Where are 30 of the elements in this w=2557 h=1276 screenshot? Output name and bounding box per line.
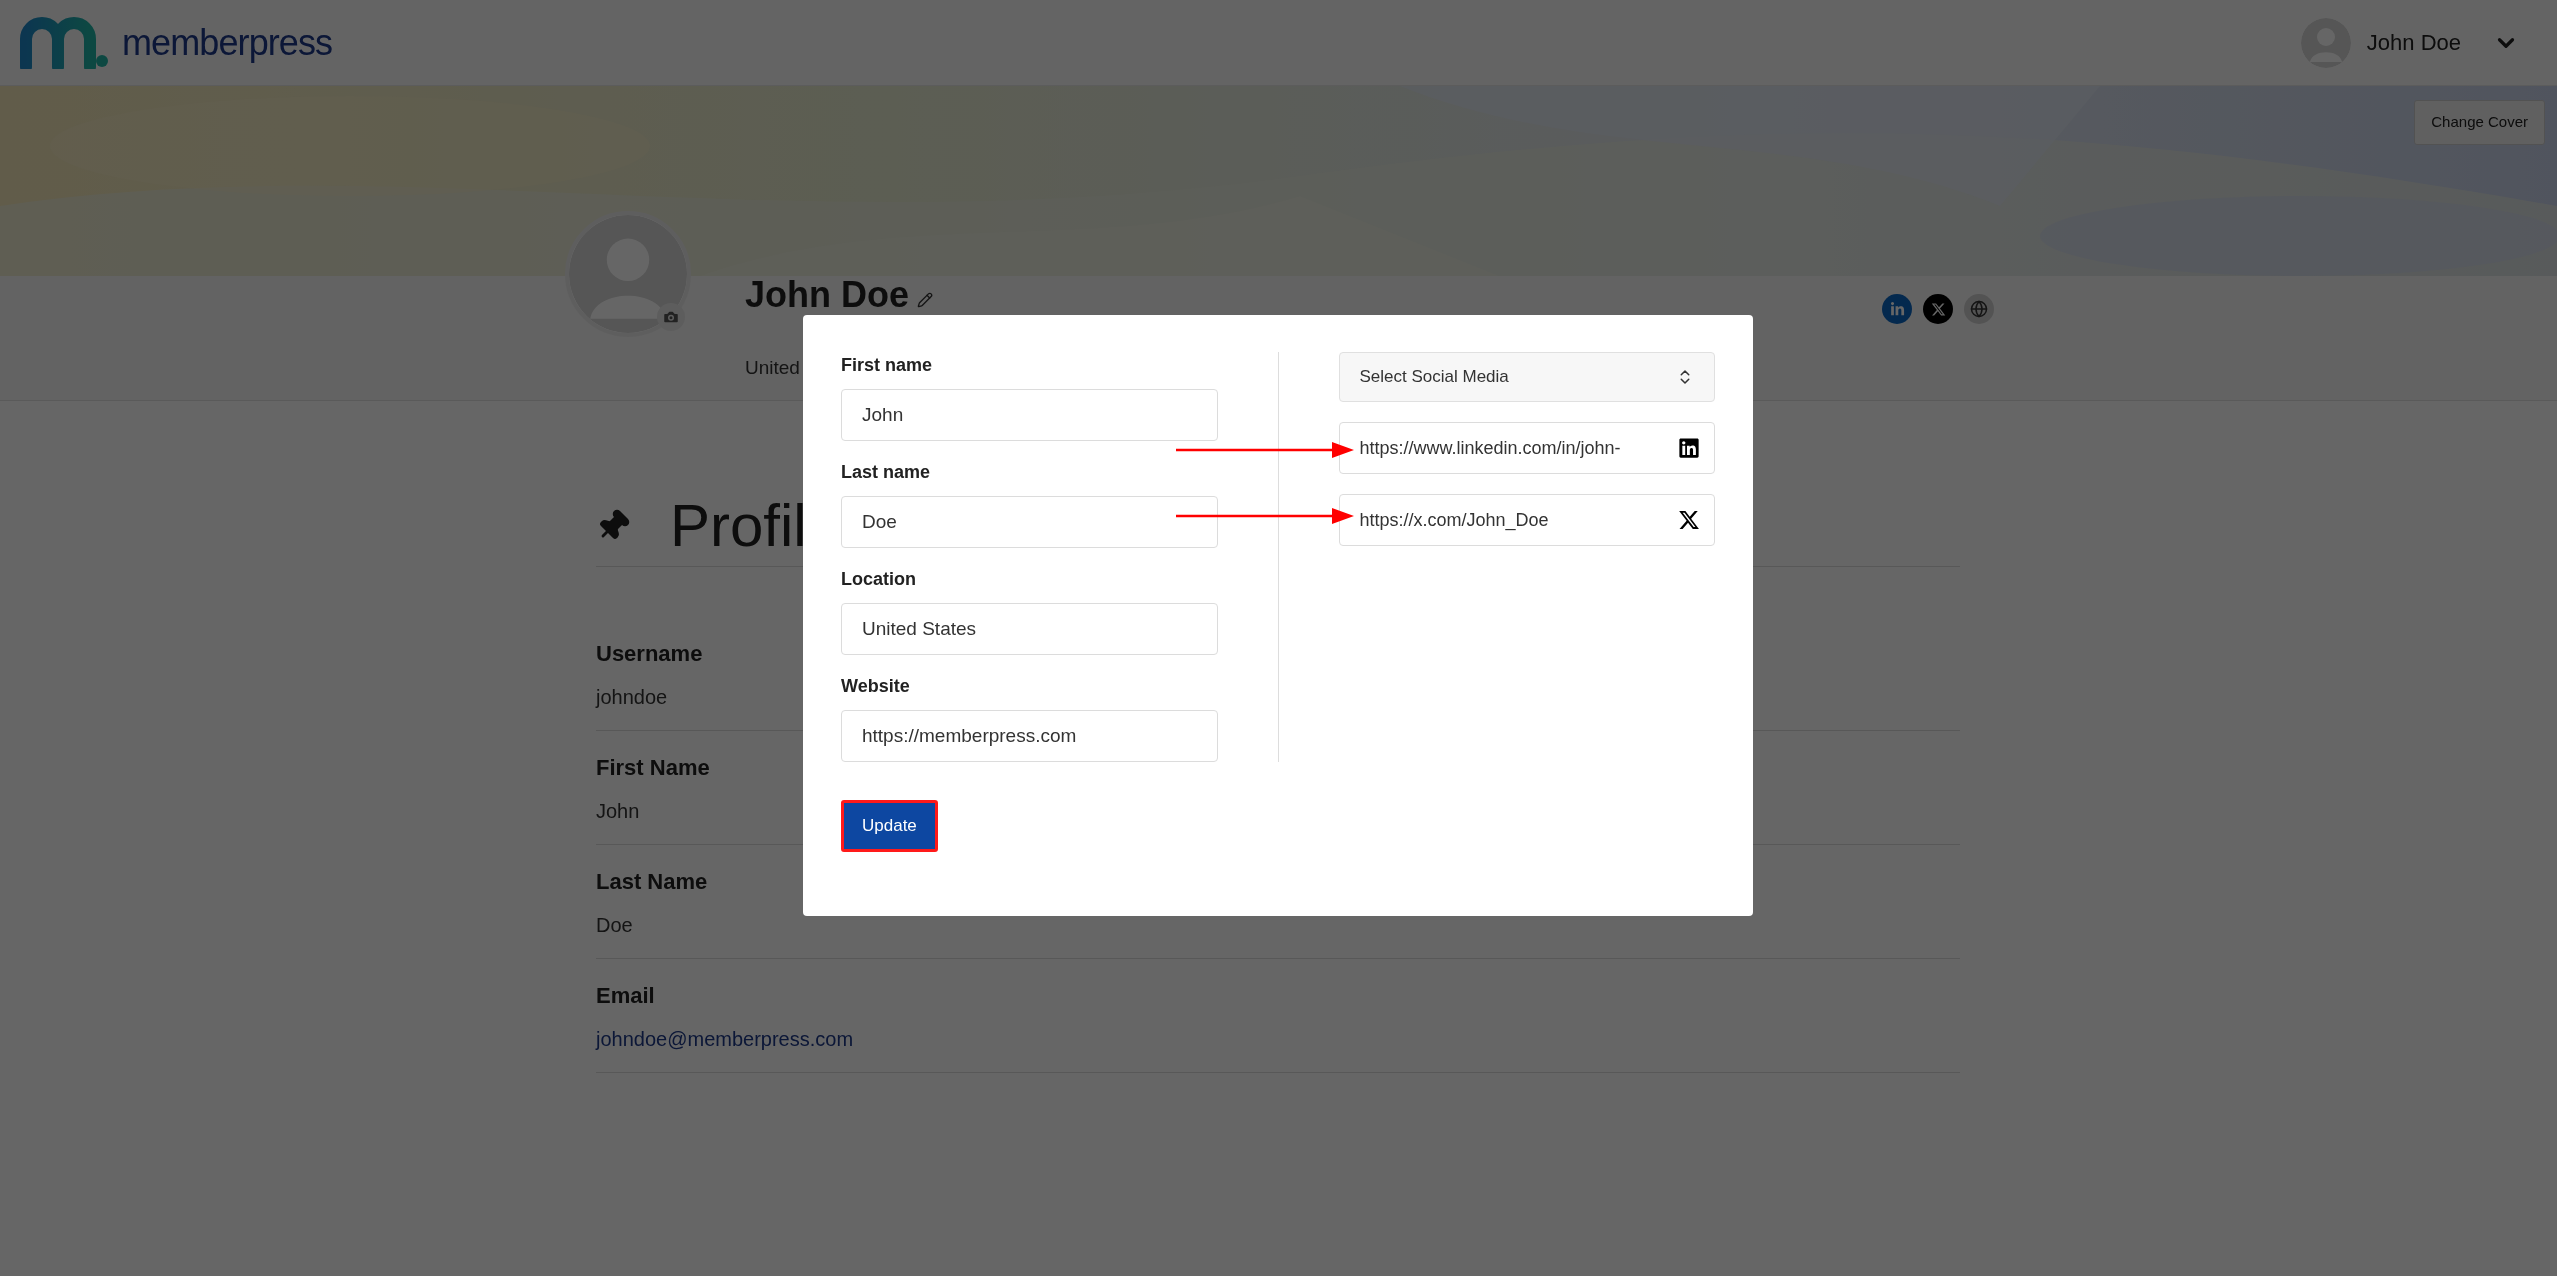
detail-label: Last Name (596, 868, 708, 896)
globe-icon[interactable] (1964, 294, 1994, 324)
detail-label: First Name (596, 754, 710, 782)
profile-name: John Doe (745, 276, 909, 314)
text-field[interactable]: https://memberpress.com (841, 710, 1218, 762)
text-field[interactable]: John (841, 389, 1218, 441)
update-button[interactable]: Update (841, 800, 938, 852)
x-logo-icon[interactable] (1923, 294, 1953, 324)
social-media-select[interactable]: Select Social Media (1338, 352, 1715, 402)
linkedin-icon (1678, 437, 1700, 459)
text-field[interactable]: United States (841, 603, 1218, 655)
profile-location: United (745, 356, 800, 380)
detail-label: Username (596, 640, 703, 668)
detail-value: johndoe (596, 685, 668, 710)
camera-icon[interactable] (657, 303, 685, 331)
field-label: Location (841, 568, 916, 591)
social-link-field[interactable]: https://www.linkedin.com/in/john- (1338, 422, 1715, 474)
detail-value: John (596, 799, 640, 824)
text-field[interactable]: Doe (841, 496, 1218, 548)
x-logo-icon (1678, 509, 1700, 531)
field-label: Last name (841, 461, 931, 484)
logo-text: memberpress (122, 20, 333, 65)
field-label: First name (841, 354, 933, 377)
pencil-icon[interactable] (917, 292, 933, 308)
section-title: Profil (670, 496, 807, 556)
social-link-field[interactable]: https://x.com/John_Doe (1338, 494, 1715, 546)
detail-label: Email (596, 982, 655, 1010)
detail-value: Doe (596, 913, 633, 938)
linkedin-icon[interactable] (1882, 294, 1912, 324)
field-label: Website (841, 675, 910, 698)
